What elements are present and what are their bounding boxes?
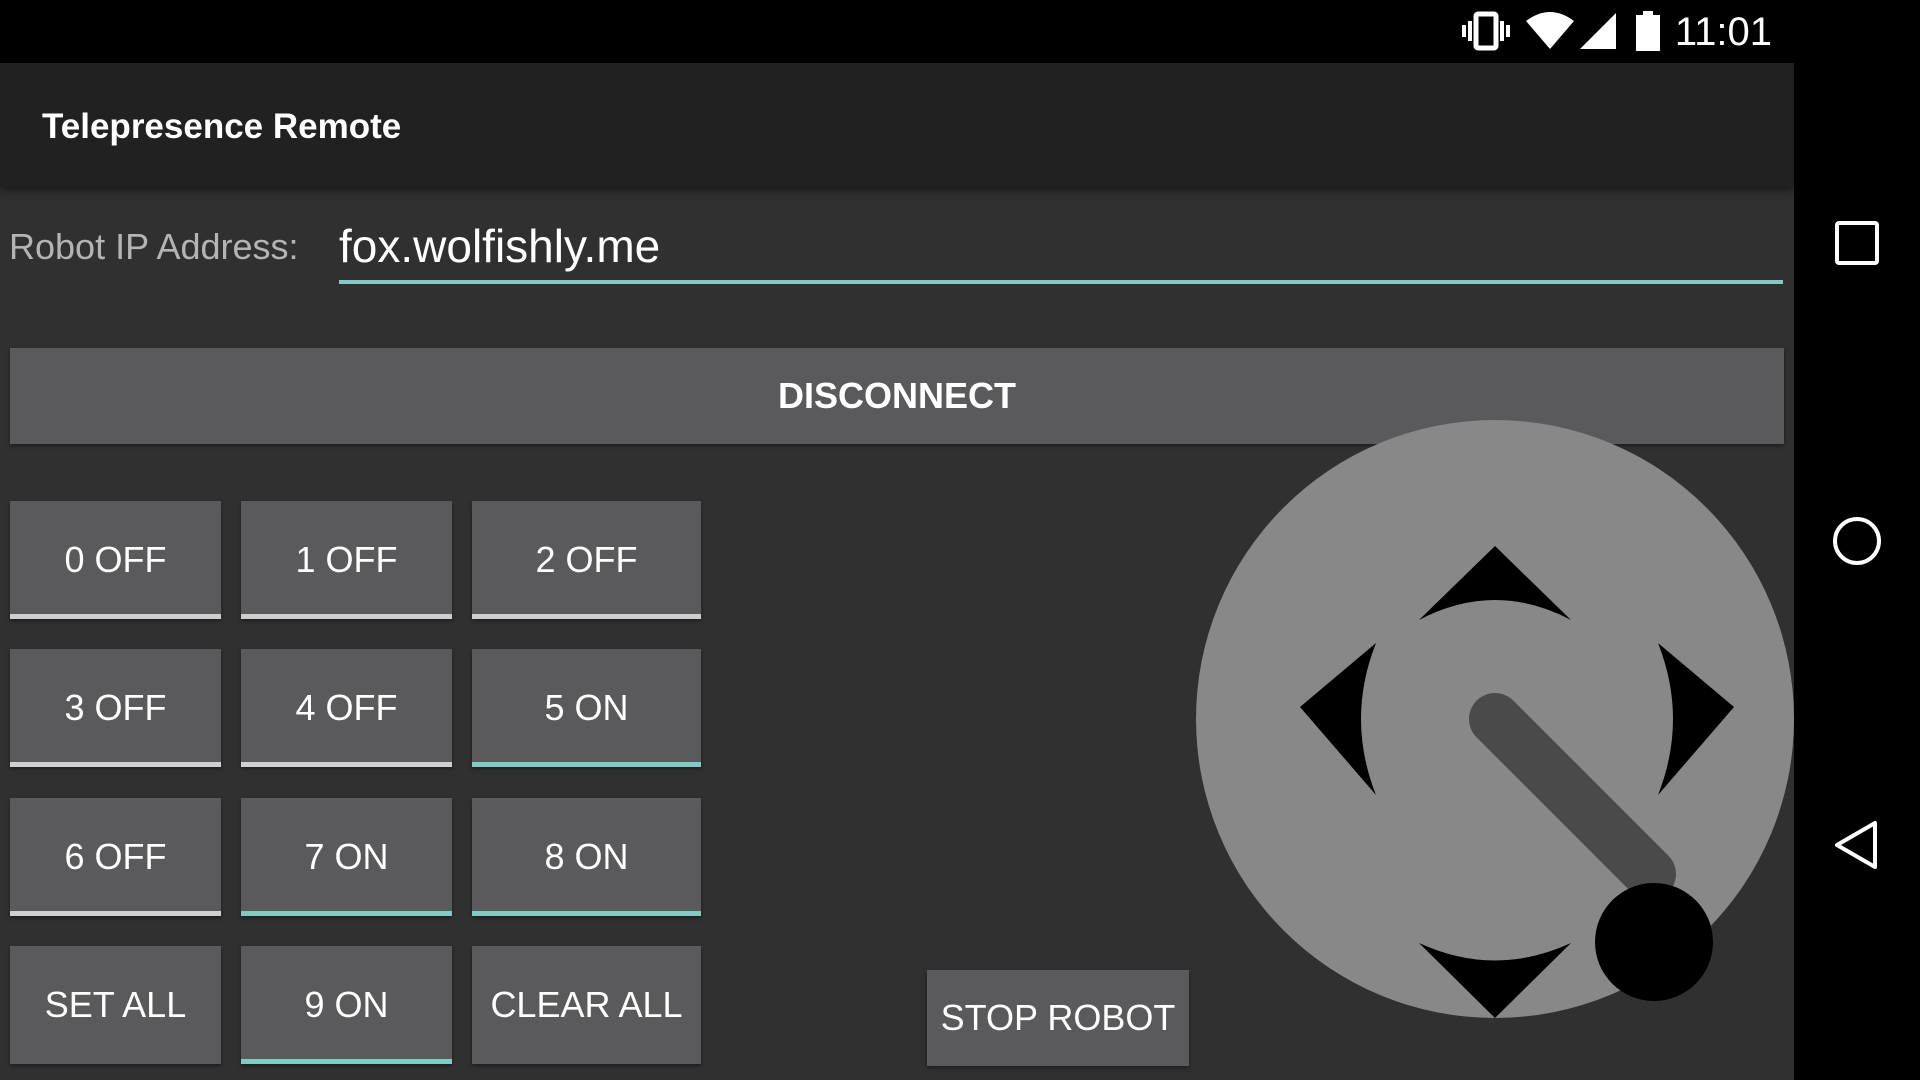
toggle-indicator [472, 911, 701, 916]
toggle-indicator [10, 911, 221, 916]
toggle-label: 6 OFF [64, 836, 167, 877]
toggle-6-button[interactable]: 6 OFF [10, 798, 221, 916]
toggle-label: 4 OFF [295, 687, 398, 728]
ip-address-input[interactable] [339, 212, 1783, 284]
toggle-1-button[interactable]: 1 OFF [241, 501, 452, 619]
toggle-label: 2 OFF [535, 539, 638, 580]
toggle-5-button[interactable]: 5 ON [472, 649, 701, 767]
home-icon[interactable] [1827, 511, 1887, 576]
toggle-label: CLEAR ALL [490, 984, 683, 1025]
toggle-indicator [472, 762, 701, 767]
app-title: Telepresence Remote [42, 107, 402, 146]
toggle-8-button[interactable]: 8 ON [472, 798, 701, 916]
toggle-4-button[interactable]: 4 OFF [241, 649, 452, 767]
action-bar: Telepresence Remote [0, 63, 1794, 187]
toggle-indicator [241, 762, 452, 767]
toggle-3-button[interactable]: 3 OFF [10, 649, 221, 767]
clear-all-button[interactable]: CLEAR ALL [472, 946, 701, 1064]
joystick[interactable] [1196, 420, 1794, 1080]
toggle-label: 0 OFF [64, 539, 167, 580]
toggle-indicator [241, 614, 452, 619]
battery-icon [1636, 11, 1660, 56]
toggle-indicator [10, 614, 221, 619]
toggle-9-button[interactable]: 9 ON [241, 946, 452, 1064]
toggle-label: SET ALL [44, 984, 187, 1025]
clock: 11:01 [1674, 10, 1772, 54]
toggle-label: 9 ON [304, 984, 389, 1025]
navigation-bar [1794, 63, 1920, 1080]
toggle-label: 7 ON [304, 836, 389, 877]
status-bar: 11:01 [0, 0, 1920, 63]
cell-signal-icon [1580, 11, 1616, 56]
toggle-2-button[interactable]: 2 OFF [472, 501, 701, 619]
ip-address-label: Robot IP Address: [9, 226, 299, 267]
toggle-indicator [472, 614, 701, 619]
toggle-label: 1 OFF [295, 539, 398, 580]
toggle-indicator [10, 762, 221, 767]
set-all-button[interactable]: SET ALL [10, 946, 221, 1064]
toggle-label: 3 OFF [64, 687, 167, 728]
recents-icon[interactable] [1827, 213, 1887, 278]
toggle-label: 5 ON [544, 687, 629, 728]
toggle-0-button[interactable]: 0 OFF [10, 501, 221, 619]
back-icon[interactable] [1827, 815, 1887, 880]
toggle-label: 8 ON [544, 836, 629, 877]
toggle-indicator [241, 911, 452, 916]
vibrate-icon [1462, 11, 1512, 56]
toggle-indicator [241, 1059, 452, 1064]
joystick-knob[interactable] [1595, 883, 1713, 1001]
toggle-7-button[interactable]: 7 ON [241, 798, 452, 916]
wifi-icon [1526, 11, 1574, 56]
stop-robot-button[interactable]: STOP ROBOT [927, 970, 1189, 1066]
